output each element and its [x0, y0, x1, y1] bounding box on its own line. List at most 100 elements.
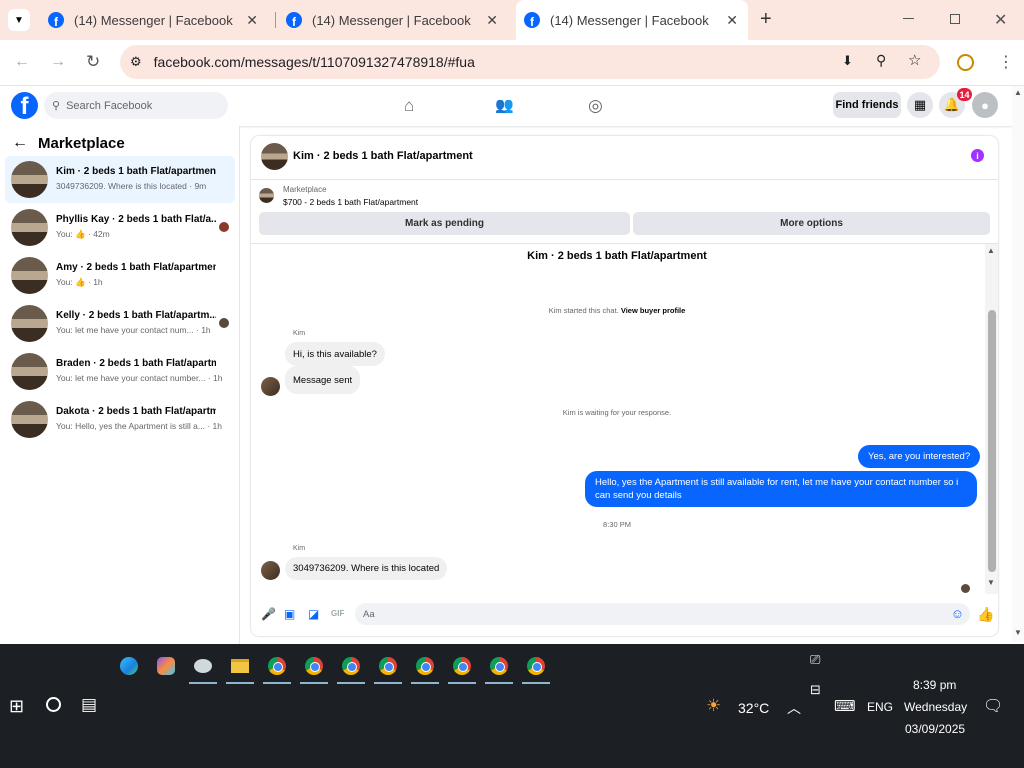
- notification-center-icon[interactable]: 🗨: [983, 696, 1003, 716]
- forward-arrow-icon[interactable]: →: [50, 53, 66, 71]
- sender-name: Kim: [293, 545, 306, 552]
- facebook-header: f ⚲ Search Facebook ⌂ 👥 ◎ Find friends ▦…: [0, 86, 1012, 126]
- scroll-up-icon[interactable]: ▲: [987, 246, 995, 255]
- account-avatar[interactable]: ●: [972, 92, 998, 118]
- copilot-app-icon[interactable]: [152, 652, 180, 680]
- conversation-item[interactable]: Amy · 2 beds 1 bath Flat/apartment You: …: [5, 252, 235, 299]
- task-view-icon[interactable]: ▤: [81, 695, 97, 715]
- page-scrollbar[interactable]: ▲ ▼: [1012, 86, 1024, 642]
- facebook-favicon-icon: f: [48, 12, 64, 28]
- camera-tray-icon[interactable]: ⎚: [810, 652, 820, 668]
- info-icon[interactable]: i: [971, 149, 984, 162]
- scroll-up-icon[interactable]: ▲: [1014, 88, 1022, 97]
- chrome-profile-icon[interactable]: [374, 652, 402, 684]
- tab-title: (14) Messenger | Facebook: [550, 12, 709, 28]
- like-thumb-icon[interactable]: 👍: [977, 606, 994, 623]
- conversation-item[interactable]: Phyllis Kay · 2 beds 1 bath Flat/a... Yo…: [5, 204, 235, 251]
- conversation-item[interactable]: Dakota · 2 beds 1 bath Flat/apartm... Yo…: [5, 396, 235, 443]
- paint-app-icon[interactable]: [189, 652, 217, 684]
- chrome-profile-icon[interactable]: [485, 652, 513, 684]
- scroll-down-icon[interactable]: ▼: [987, 578, 995, 587]
- browser-tab-3-active[interactable]: f (14) Messenger | Facebook ✕: [516, 0, 748, 40]
- scroll-down-icon[interactable]: ▼: [1014, 628, 1022, 637]
- listing-bar: Marketplace $700 - 2 beds 1 bath Flat/ap…: [251, 180, 998, 244]
- facebook-logo[interactable]: f: [11, 92, 38, 119]
- back-arrow-icon[interactable]: ←: [14, 53, 30, 71]
- search-circle-icon[interactable]: [46, 697, 61, 712]
- clock-date[interactable]: 03/09/2025: [905, 722, 965, 736]
- close-window-icon[interactable]: ✕: [994, 10, 1007, 30]
- close-tab-icon[interactable]: ✕: [486, 12, 498, 29]
- listing-thumbnail[interactable]: [259, 188, 274, 203]
- browser-menu-icon[interactable]: ⋮: [998, 52, 1014, 72]
- temperature-text[interactable]: 32°C: [738, 700, 769, 716]
- message-composer: 🎤 ▣ ◪ GIF Aa ☺ 👍: [251, 598, 998, 636]
- windows-start-icon[interactable]: ⊞: [9, 696, 24, 717]
- friends-icon[interactable]: 👥: [495, 96, 514, 114]
- scrollbar-thumb[interactable]: [988, 310, 996, 572]
- close-tab-icon[interactable]: ✕: [726, 12, 738, 29]
- close-tab-icon[interactable]: ✕: [246, 12, 258, 29]
- view-buyer-profile-link[interactable]: View buyer profile: [621, 306, 685, 315]
- chat-title[interactable]: Kim · 2 beds 1 bath Flat/apartment: [293, 150, 473, 162]
- chrome-profile-icon[interactable]: [448, 652, 476, 684]
- photo-icon[interactable]: ▣: [284, 607, 295, 621]
- back-arrow-icon[interactable]: ←: [12, 134, 28, 152]
- clock-time[interactable]: 8:39 pm: [913, 678, 956, 692]
- file-explorer-icon[interactable]: [226, 652, 254, 684]
- new-tab-button[interactable]: +: [760, 8, 772, 31]
- chrome-profile-icon[interactable]: [522, 652, 550, 684]
- chrome-profile-icon[interactable]: [411, 652, 439, 684]
- weather-icon[interactable]: ☀: [706, 696, 721, 716]
- address-bar[interactable]: ⚙ facebook.com/messages/t/11070913274789…: [120, 45, 940, 79]
- chat-scrollbar[interactable]: ▲ ▼: [985, 244, 998, 594]
- chat-avatar[interactable]: [261, 143, 288, 170]
- find-friends-button[interactable]: Find friends: [833, 92, 901, 118]
- search-input[interactable]: ⚲ Search Facebook: [44, 92, 228, 119]
- network-icon[interactable]: ⊟: [810, 682, 821, 698]
- message-input[interactable]: Aa ☺: [355, 603, 970, 625]
- restore-window-icon[interactable]: [950, 14, 960, 24]
- home-icon[interactable]: ⌂: [404, 96, 414, 116]
- groups-icon[interactable]: ◎: [588, 96, 603, 116]
- browser-tab-1[interactable]: f (14) Messenger | Facebook ✕: [38, 0, 268, 40]
- edge-app-icon[interactable]: [115, 652, 143, 680]
- chrome-app-icon[interactable]: [263, 652, 291, 684]
- menu-grid-button[interactable]: ▦: [907, 92, 933, 118]
- running-indicator: [263, 682, 291, 684]
- seen-avatar: [219, 318, 229, 328]
- mark-as-pending-button[interactable]: Mark as pending: [259, 212, 630, 235]
- zoom-icon[interactable]: ⚲: [876, 52, 886, 69]
- reload-icon[interactable]: ↻: [86, 52, 100, 72]
- profile-icon[interactable]: [957, 54, 974, 71]
- listing-price[interactable]: $700 - 2 beds 1 bath Flat/apartment: [283, 197, 418, 207]
- url-text[interactable]: facebook.com/messages/t/1107091327478918…: [154, 54, 475, 70]
- keyboard-icon[interactable]: ⌨: [834, 697, 856, 715]
- chrome-profile-icon[interactable]: [300, 652, 328, 684]
- conversation-item[interactable]: Kim · 2 beds 1 bath Flat/apartment 30497…: [5, 156, 235, 203]
- thread-title: Kim · 2 beds 1 bath Flat/apartment: [527, 250, 707, 262]
- more-options-button[interactable]: More options: [633, 212, 990, 235]
- browser-tab-2[interactable]: f (14) Messenger | Facebook ✕: [276, 0, 508, 40]
- microphone-icon[interactable]: 🎤: [261, 607, 276, 621]
- install-app-icon[interactable]: ⬇: [842, 53, 853, 69]
- conversation-avatar: [11, 353, 48, 390]
- conversation-item[interactable]: Braden · 2 beds 1 bath Flat/apartm... Yo…: [5, 348, 235, 395]
- tab-title: (14) Messenger | Facebook: [312, 12, 471, 28]
- sticker-icon[interactable]: ◪: [308, 607, 319, 621]
- running-indicator: [411, 682, 439, 684]
- site-info-icon[interactable]: ⚙: [130, 54, 142, 70]
- language-indicator[interactable]: ENG: [867, 700, 893, 714]
- gif-icon[interactable]: GIF: [331, 609, 344, 618]
- bookmark-star-icon[interactable]: ☆: [908, 51, 921, 69]
- read-receipt-avatar: [961, 584, 970, 593]
- conversation-item[interactable]: Kelly · 2 beds 1 bath Flat/apartm... You…: [5, 300, 235, 347]
- clock-day[interactable]: Wednesday: [904, 700, 967, 714]
- emoji-icon[interactable]: ☺: [951, 606, 964, 621]
- chevron-up-icon[interactable]: ︿: [787, 698, 801, 718]
- conversation-name: Amy · 2 beds 1 bath Flat/apartment: [56, 262, 216, 273]
- minimize-window-icon[interactable]: [903, 18, 914, 19]
- chrome-profile-icon[interactable]: [337, 652, 365, 684]
- seen-avatar: [219, 222, 229, 232]
- tab-search-button[interactable]: ▼: [8, 9, 30, 31]
